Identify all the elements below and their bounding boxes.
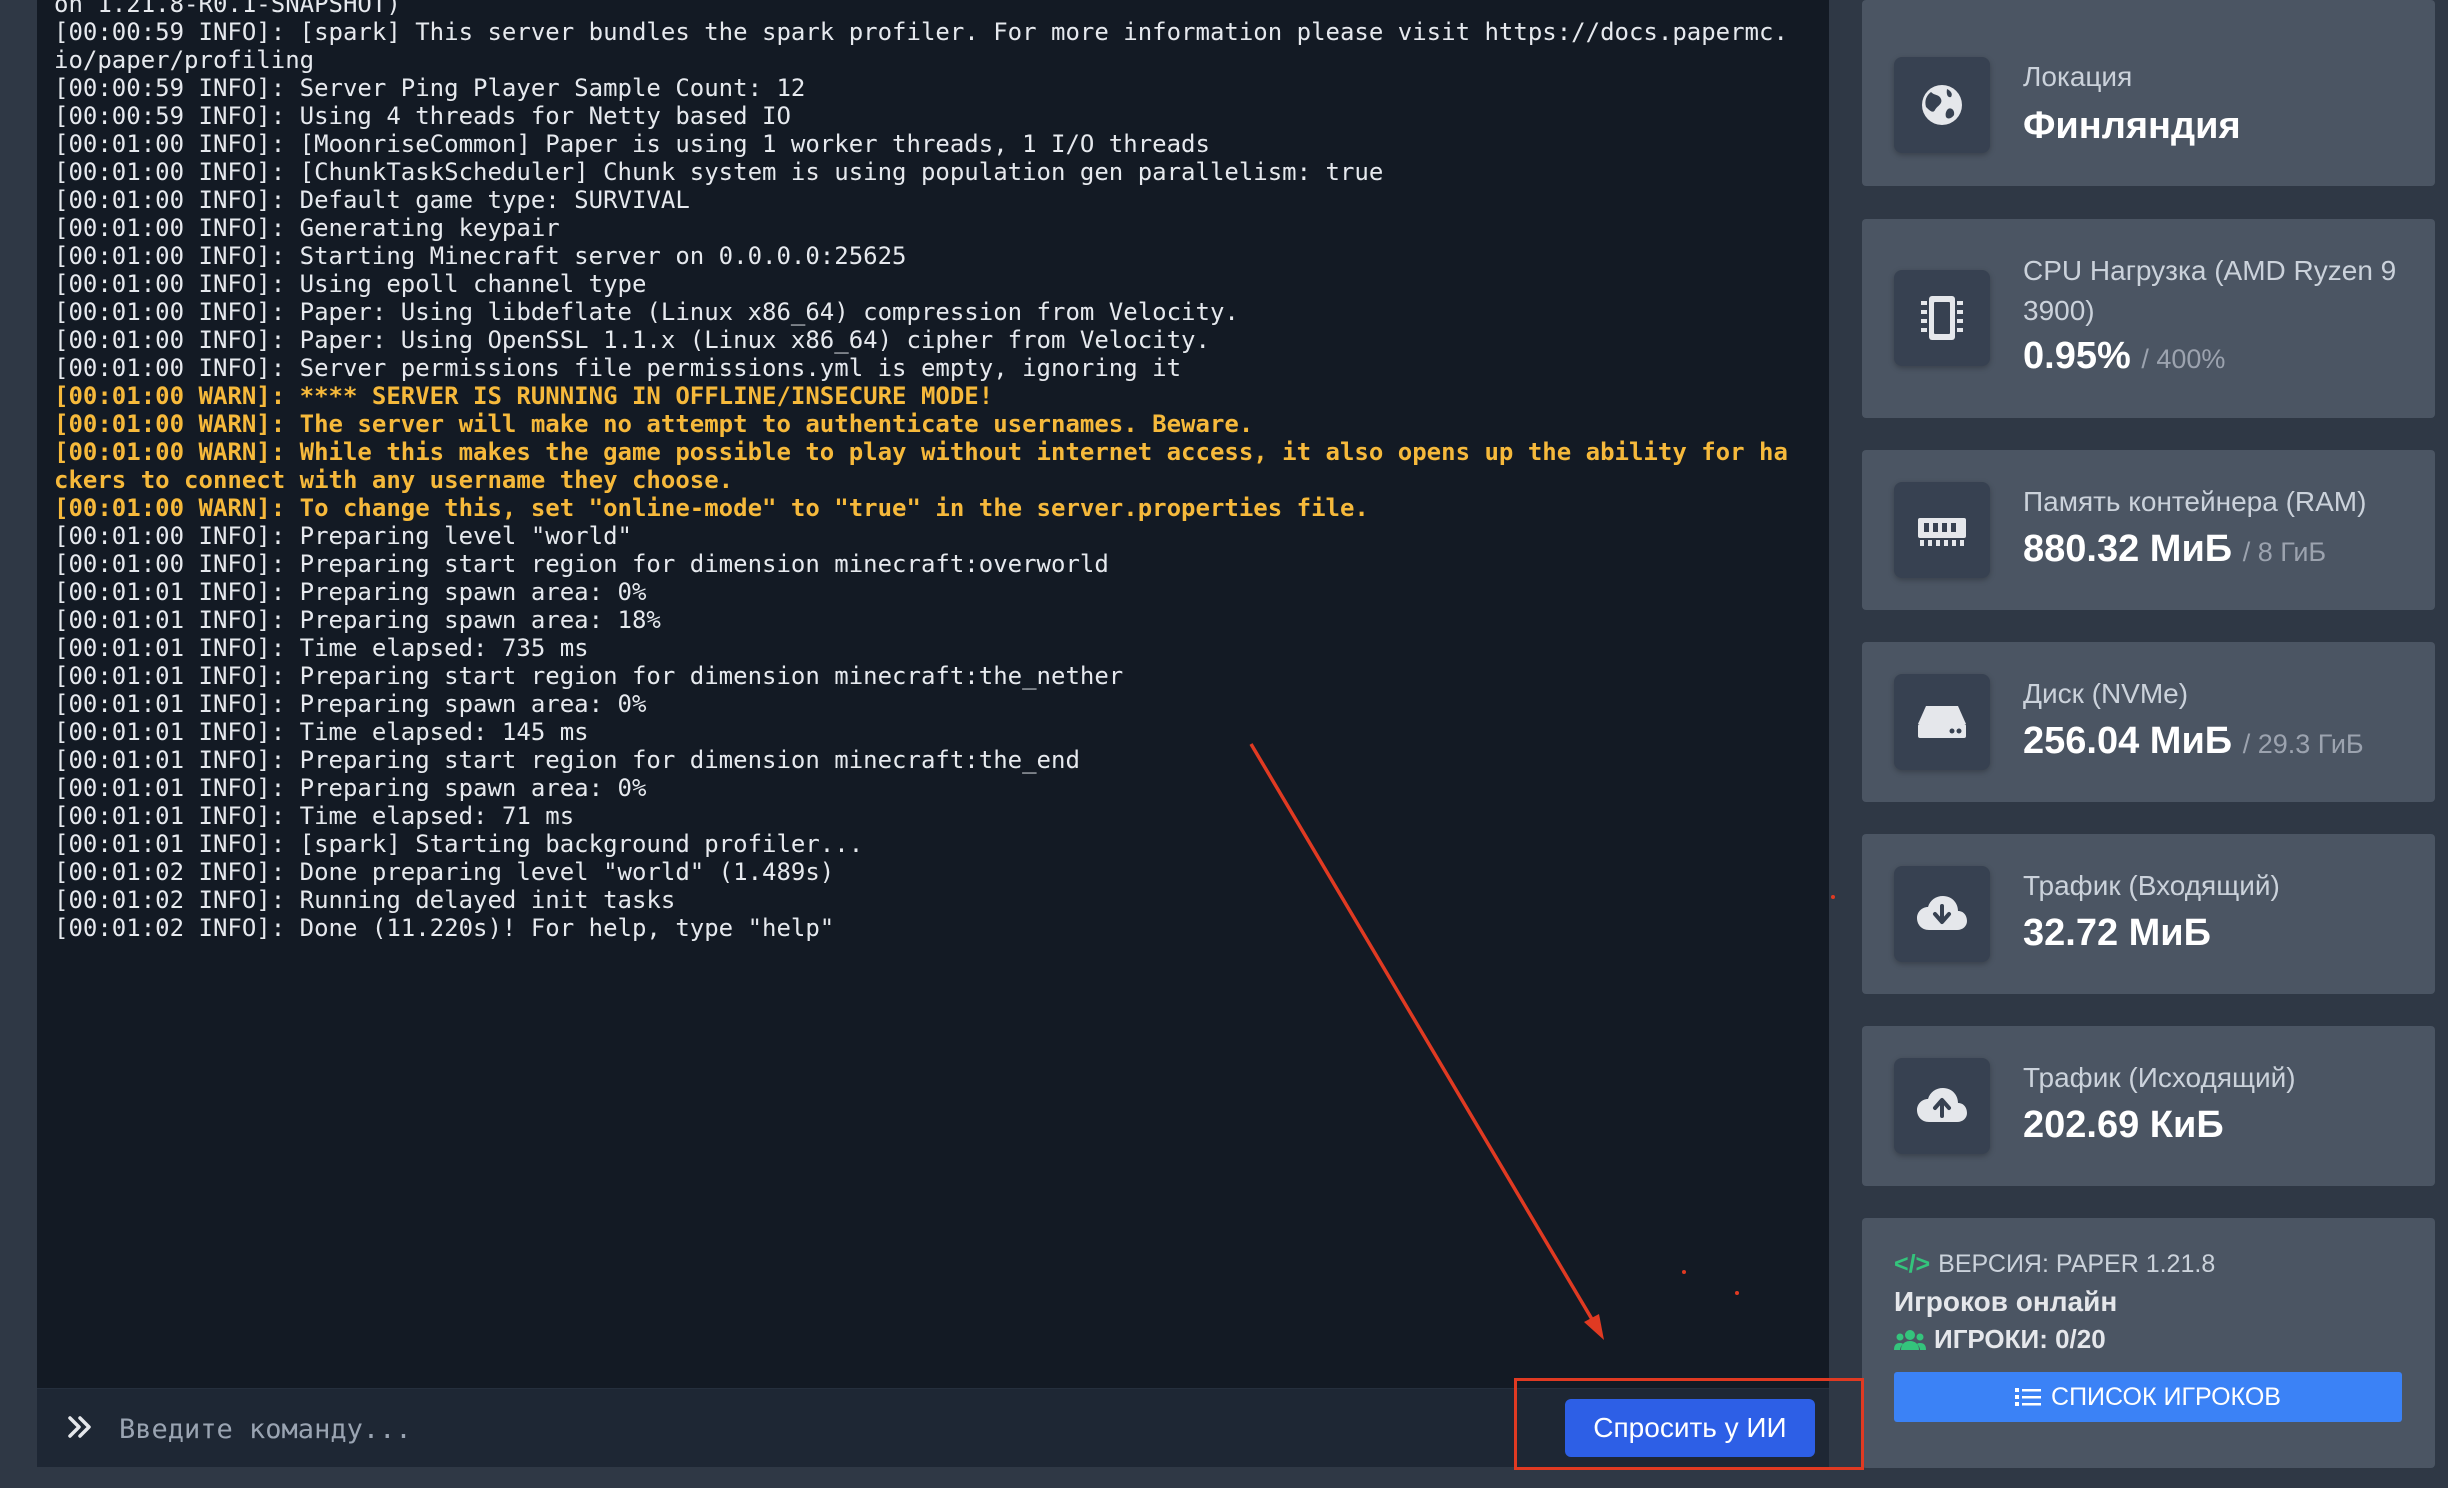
players-online-title: Игроков онлайн [1894, 1286, 2118, 1317]
cpu-value-group: 0.95% / 400% [2023, 335, 2225, 378]
ram-limit: / 8 ГиБ [2242, 537, 2327, 567]
disk-value: 256.04 МиБ [2023, 720, 2233, 762]
console-line: [00:00:59 INFO]: Server Ping Player Samp… [54, 74, 806, 102]
console-line: [00:01:01 INFO]: Time elapsed: 145 ms [54, 718, 589, 746]
player-list-label: СПИСОК ИГРОКОВ [2051, 1382, 2281, 1411]
cpu-card: CPU Нагрузка (AMD Ryzen 9 3900) 0.95% / … [1862, 219, 2435, 418]
traffic-in-label: Трафик (Входящий) [2023, 870, 2280, 901]
console-line: [00:01:00 INFO]: Server permissions file… [54, 354, 1182, 382]
server-info-card: </> ВЕРСИЯ: PAPER 1.21.8 Игроков онлайн И… [1862, 1218, 2435, 1468]
version-text: ВЕРСИЯ: PAPER 1.21.8 [1938, 1250, 2216, 1278]
console-line: [00:01:00 INFO]: Using epoll channel typ… [54, 270, 647, 298]
console-warn-line: [00:01:00 WARN]: While this makes the ga… [54, 438, 1788, 494]
console-warn-line: [00:01:00 WARN]: **** SERVER IS RUNNING … [54, 382, 994, 410]
console-warn-line: [00:01:00 WARN]: To change this, set "on… [54, 494, 1369, 522]
players-line: ИГРОКИ: 0/20 [1894, 1324, 2106, 1355]
users-icon [1894, 1329, 1926, 1350]
console-line: [00:01:01 INFO]: [spark] Starting backgr… [54, 830, 864, 858]
memory-icon [1894, 482, 1990, 578]
ram-label: Память контейнера (RAM) [2023, 486, 2367, 517]
location-value: Финляндия [2023, 105, 2241, 147]
console-line: [00:01:00 INFO]: [MoonriseCommon] Paper … [54, 130, 1210, 158]
console-line: [00:01:02 INFO]: Done preparing level "w… [54, 858, 835, 886]
console-line: [00:01:01 INFO]: Preparing spawn area: 0… [54, 774, 647, 802]
console-warn-line: [00:01:00 WARN]: The server will make no… [54, 410, 1254, 438]
console-line: [00:01:02 INFO]: Done (11.220s)! For hel… [54, 914, 835, 942]
disk-label: Диск (NVMe) [2023, 678, 2189, 709]
console-line: [00:01:00 INFO]: Default game type: SURV… [54, 186, 690, 214]
console-line: [00:01:01 INFO]: Time elapsed: 71 ms [54, 802, 575, 830]
console-line: [00:01:00 INFO]: Preparing start region … [54, 550, 1109, 578]
globe-icon [1894, 57, 1990, 153]
traffic-in-value: 32.72 МиБ [2023, 912, 2211, 954]
traffic-out-value: 202.69 КиБ [2023, 1104, 2224, 1146]
console-line: [00:00:59 INFO]: Using 4 threads for Net… [54, 102, 791, 130]
console-line: [00:01:00 INFO]: Preparing level "world" [54, 522, 632, 550]
ram-value: 880.32 МиБ [2023, 528, 2233, 570]
console-line: [00:01:01 INFO]: Time elapsed: 735 ms [54, 634, 589, 662]
console-line: [00:01:01 INFO]: Preparing spawn area: 1… [54, 606, 661, 634]
version-line: </> ВЕРСИЯ: PAPER 1.21.8 [1894, 1250, 2215, 1279]
cloud-upload-icon [1894, 1058, 1990, 1154]
hard-drive-icon [1894, 674, 1990, 770]
disk-card: Диск (NVMe) 256.04 МиБ / 29.3 ГиБ [1862, 642, 2435, 802]
traffic-out-card: Трафик (Исходящий) 202.69 КиБ [1862, 1026, 2435, 1186]
command-input[interactable] [117, 1403, 1441, 1455]
console-line: [00:01:00 INFO]: [ChunkTaskScheduler] Ch… [54, 158, 1384, 186]
players-count: ИГРОКИ: 0/20 [1934, 1324, 2106, 1354]
disk-limit: / 29.3 ГиБ [2242, 729, 2364, 759]
cloud-download-icon [1894, 866, 1990, 962]
left-edge [0, 0, 37, 1488]
console-log: on 1.21.8-R0.1-SNAPSHOT) [00:00:59 INFO]:… [54, 0, 1789, 942]
console-line: [00:01:02 INFO]: Running delayed init ta… [54, 886, 676, 914]
double-chevron-right-icon [68, 1416, 91, 1438]
ask-ai-button[interactable]: Спросить у ИИ [1565, 1399, 1815, 1457]
command-bar: Спросить у ИИ [37, 1388, 1829, 1467]
server-console: on 1.21.8-R0.1-SNAPSHOT) [00:00:59 INFO]:… [37, 0, 1829, 1467]
console-line: [00:01:00 INFO]: Generating keypair [54, 214, 560, 242]
cpu-label: CPU Нагрузка (AMD Ryzen 9 3900) [2023, 255, 2397, 326]
location-label: Локация [2023, 61, 2133, 92]
console-line: [00:00:59 INFO]: [spark] This server bun… [54, 18, 1788, 74]
player-list-button[interactable]: СПИСОК ИГРОКОВ [1894, 1372, 2402, 1422]
console-line: [00:01:01 INFO]: Preparing start region … [54, 746, 1080, 774]
ram-card: Память контейнера (RAM) 880.32 МиБ / 8 Г… [1862, 450, 2435, 610]
cpu-icon [1894, 270, 1990, 366]
location-card: Локация Финляндия [1862, 0, 2435, 186]
console-line: [00:01:01 INFO]: Preparing start region … [54, 662, 1124, 690]
console-line: [00:01:00 INFO]: Paper: Using OpenSSL 1.… [54, 326, 1210, 354]
ram-value-group: 880.32 МиБ / 8 ГиБ [2023, 528, 2326, 571]
traffic-out-label: Трафик (Исходящий) [2023, 1062, 2296, 1093]
code-icon: </> [1894, 1250, 1931, 1278]
disk-value-group: 256.04 МиБ / 29.3 ГиБ [2023, 720, 2364, 763]
list-icon [2015, 1388, 2042, 1406]
console-line: [00:01:00 INFO]: Starting Minecraft serv… [54, 242, 907, 270]
cpu-limit: / 400% [2141, 344, 2226, 374]
console-line: on 1.21.8-R0.1-SNAPSHOT) [54, 0, 401, 18]
traffic-in-card: Трафик (Входящий) 32.72 МиБ [1862, 834, 2435, 994]
console-line: [00:01:01 INFO]: Preparing spawn area: 0… [54, 578, 647, 606]
console-line: [00:01:01 INFO]: Preparing spawn area: 0… [54, 690, 647, 718]
console-line: [00:01:00 INFO]: Paper: Using libdeflate… [54, 298, 1239, 326]
cpu-value: 0.95% [2023, 335, 2131, 377]
